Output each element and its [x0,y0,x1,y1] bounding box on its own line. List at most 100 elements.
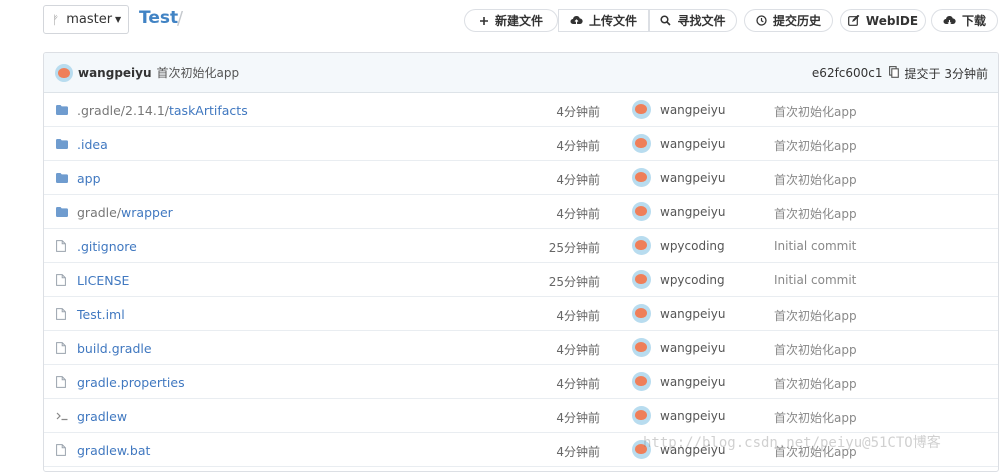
file-name-link[interactable]: LICENSE [77,273,129,288]
file-name-link[interactable]: gradle.properties [77,375,185,390]
file-row[interactable]: gradle.properties 4分钟前 wangpeiyu 首次初始化app [44,365,998,399]
file-name-link[interactable]: gradlew.bat [77,443,150,458]
repo-name-link[interactable]: Test [139,8,178,28]
commit-author-link[interactable]: wangpeiyu [78,66,152,80]
file-path-prefix: .gradle/2.14.1/ [77,103,169,118]
file-commit-message-link[interactable]: 首次初始化app [774,103,857,120]
file-row[interactable]: .gitignore 25分钟前 wpycoding Initial commit [44,229,998,263]
file-name: app [77,171,101,186]
avatar[interactable] [632,202,651,221]
file-name-link[interactable]: gradlew [77,409,127,424]
commit-message-link[interactable]: 首次初始化app [157,64,240,81]
file-commit-message-link[interactable]: 首次初始化app [774,171,857,188]
file-icon [56,444,66,459]
chevron-down-icon: ▼ [115,15,122,24]
file-icon [56,342,66,357]
file-author-link[interactable]: wangpeiyu [660,443,725,457]
commit-sha-link[interactable]: e62fc600c1 [812,66,883,80]
file-name-link[interactable]: .gradle/2.14.1/taskArtifacts [77,103,248,118]
file-name-link[interactable]: build.gradle [77,341,152,356]
file-name-link[interactable]: Test.iml [77,307,125,322]
file-name: .gitignore [77,239,137,254]
branch-name: master [66,12,113,27]
folder-icon [56,206,68,220]
file-commit-message-link[interactable]: Initial commit [774,273,856,287]
file-row[interactable]: LICENSE 25分钟前 wpycoding Initial commit [44,263,998,297]
file-author-link[interactable]: wangpeiyu [660,341,725,355]
file-author-link[interactable]: wangpeiyu [660,307,725,321]
file-time: 4分钟前 [556,105,600,119]
avatar[interactable] [632,304,651,323]
avatar[interactable] [632,134,651,153]
file-commit-message-link[interactable]: 首次初始化app [774,205,857,222]
file-time: 4分钟前 [556,173,600,187]
new-file-button[interactable]: 新建文件 [464,9,558,32]
cloud-upload-icon [570,15,583,26]
plus-icon [479,16,489,26]
file-author-link[interactable]: wangpeiyu [660,137,725,151]
file-icon [56,308,66,323]
file-author-link[interactable]: wangpeiyu [660,205,725,219]
file-commit-message-link[interactable]: Initial commit [774,239,856,253]
file-row[interactable]: .gradle/2.14.1/taskArtifacts 4分钟前 wangpeiy… [44,93,998,127]
avatar[interactable] [632,100,651,119]
avatar[interactable] [632,440,651,459]
webide-button[interactable]: WebIDE [840,9,926,32]
branch-selector[interactable]: ᚠ master ▼ [43,5,129,34]
file-author-link[interactable]: wangpeiyu [660,103,725,117]
last-commit-bar: wangpeiyu 首次初始化app e62fc600c1 提交于 3分钟前 [44,53,998,93]
edit-icon [848,15,860,26]
file-author-link[interactable]: wangpeiyu [660,171,725,185]
file-name-link[interactable]: gradle/wrapper [77,205,173,220]
upload-file-button[interactable]: 上传文件 [558,9,649,32]
clock-icon [756,15,767,26]
avatar[interactable] [632,168,651,187]
file-author-link[interactable]: wpycoding [660,273,725,287]
file-name-link[interactable]: app [77,171,101,186]
file-name-link[interactable]: .idea [77,137,108,152]
find-file-button[interactable]: 寻找文件 [649,9,737,32]
file-name: Test.iml [77,307,125,322]
avatar[interactable] [632,406,651,425]
search-icon [660,15,672,26]
file-row[interactable]: app 4分钟前 wangpeiyu 首次初始化app [44,161,998,195]
avatar[interactable] [632,338,651,357]
file-commit-message-link[interactable]: 首次初始化app [774,137,857,154]
file-row[interactable]: Test.iml 4分钟前 wangpeiyu 首次初始化app [44,297,998,331]
file-name: build.gradle [77,341,152,356]
file-name: gradlew.bat [77,443,151,458]
path-separator: / [177,8,184,29]
file-row[interactable]: gradlew 4分钟前 wangpeiyu 首次初始化app [44,399,998,433]
file-name: gradlew [77,409,128,424]
file-time: 4分钟前 [556,207,600,221]
file-author-link[interactable]: wangpeiyu [660,409,725,423]
file-commit-message-link[interactable]: 首次初始化app [774,409,857,426]
upload-file-label: 上传文件 [588,14,637,28]
file-name: taskArtifacts [169,103,248,118]
folder-icon [56,104,68,118]
file-author-link[interactable]: wangpeiyu [660,375,725,389]
download-button[interactable]: 下载 [931,9,998,32]
file-author-link[interactable]: wpycoding [660,239,725,253]
file-row[interactable]: build.gradle 4分钟前 wangpeiyu 首次初始化app [44,331,998,365]
avatar[interactable] [632,236,651,255]
file-icon [56,274,66,289]
file-row[interactable]: gradle/wrapper 4分钟前 wangpeiyu 首次初始化app [44,195,998,229]
file-list-panel: wangpeiyu 首次初始化app e62fc600c1 提交于 3分钟前 .… [43,52,999,472]
file-commit-message-link[interactable]: 首次初始化app [774,443,857,460]
file-list: .gradle/2.14.1/taskArtifacts 4分钟前 wangpeiy… [44,93,998,467]
avatar[interactable] [55,63,73,82]
avatar[interactable] [632,270,651,289]
avatar[interactable] [632,372,651,391]
file-name-link[interactable]: .gitignore [77,239,137,254]
commit-meta: e62fc600c1 提交于 3分钟前 [812,53,988,93]
file-commit-message-link[interactable]: 首次初始化app [774,375,857,392]
file-commit-message-link[interactable]: 首次初始化app [774,307,857,324]
file-commit-message-link[interactable]: 首次初始化app [774,341,857,358]
copy-icon[interactable] [888,65,899,81]
commit-history-button[interactable]: 提交历史 [744,9,833,32]
repo-toolbar: ᚠ master ▼ Test / 新建文件 上传文件 寻找文件 提交历史 We… [0,0,1006,44]
file-name: wrapper [121,205,173,220]
file-path-prefix: gradle/ [77,205,122,220]
file-row[interactable]: .idea 4分钟前 wangpeiyu 首次初始化app [44,127,998,161]
